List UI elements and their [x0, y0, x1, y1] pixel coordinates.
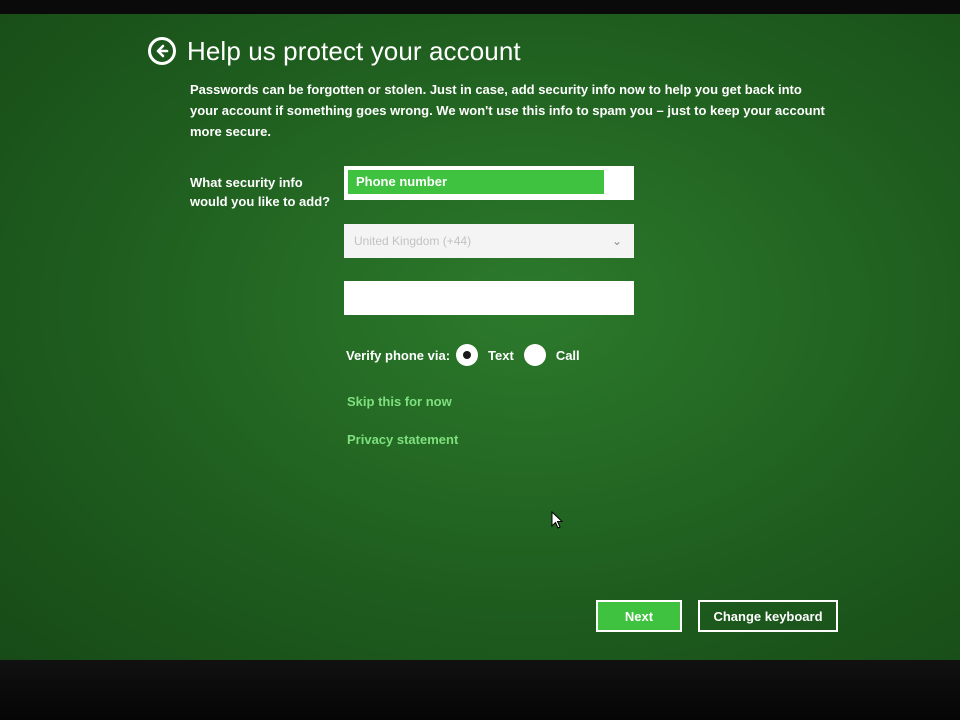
chevron-down-icon: ⌄ [611, 234, 622, 248]
back-button[interactable] [148, 37, 176, 65]
country-code-value: United Kingdom (+44) [354, 234, 472, 248]
verify-phone-label: Verify phone via: [346, 347, 451, 363]
monitor-bezel [0, 660, 960, 720]
country-code-select[interactable]: United Kingdom (+44) ⌄ [344, 224, 634, 258]
verify-phone-row: Verify phone via: Text Call [346, 342, 584, 368]
back-arrow-icon [156, 44, 169, 58]
verify-text-radio[interactable] [456, 344, 479, 366]
privacy-statement-link[interactable]: Privacy statement [347, 432, 458, 447]
verify-call-radio[interactable] [523, 344, 546, 366]
security-info-label: What security info would you like to add… [190, 175, 331, 209]
intro-text: Passwords can be forgotten or stolen. Ju… [190, 82, 825, 139]
phone-number-input[interactable] [344, 281, 634, 315]
setup-screen: Help us protect your account Passwords c… [0, 14, 960, 662]
security-info-select[interactable]: Phone number [344, 166, 634, 200]
mouse-pointer-icon [551, 511, 563, 529]
radio-selected-dot [463, 351, 472, 359]
page-title: Help us protect your account [187, 36, 521, 66]
verify-text-label[interactable]: Text [488, 348, 514, 363]
change-keyboard-button[interactable]: Change keyboard [698, 600, 838, 632]
verify-call-label[interactable]: Call [556, 348, 580, 363]
security-info-selected-option[interactable]: Phone number [348, 170, 604, 194]
next-button[interactable]: Next [596, 600, 682, 632]
skip-link[interactable]: Skip this for now [347, 394, 452, 409]
